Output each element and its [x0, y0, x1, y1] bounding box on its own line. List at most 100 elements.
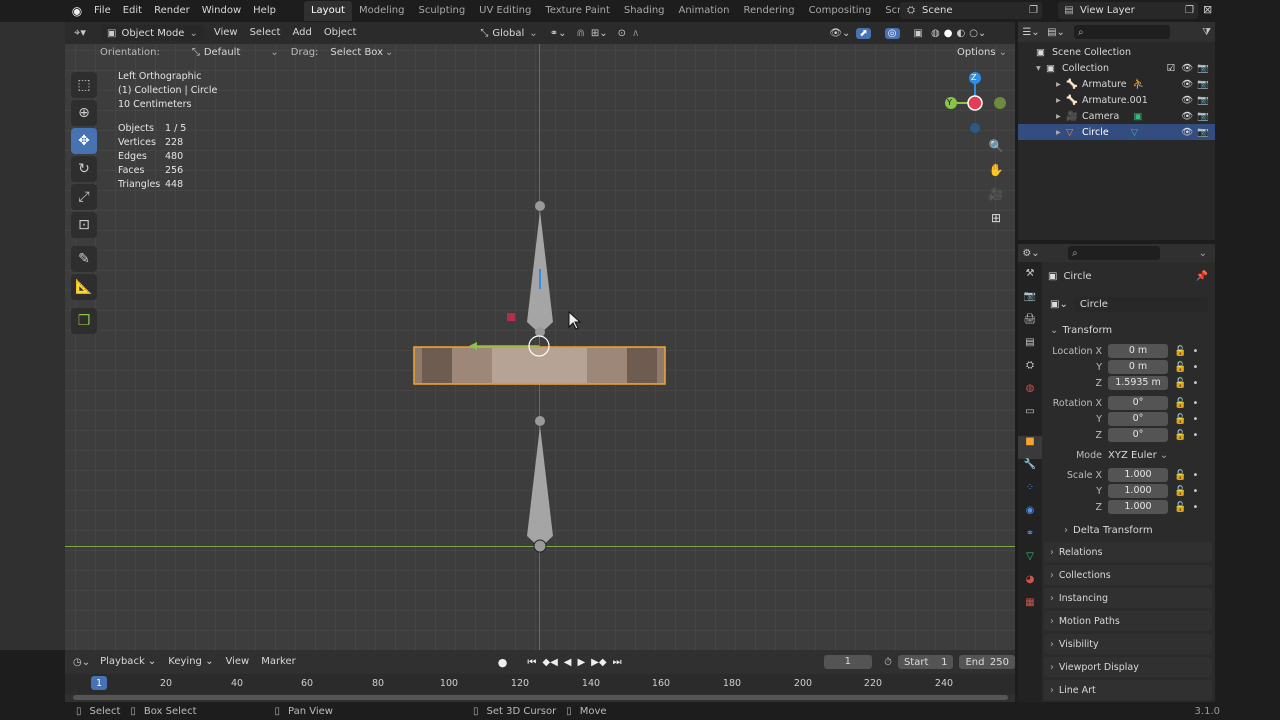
armature-bone-lower[interactable] [527, 416, 553, 553]
end-frame-field[interactable]: End 250 [959, 655, 1015, 669]
tab-compositing[interactable]: Compositing [802, 1, 879, 21]
particles-tab-icon[interactable]: ⁘ [1018, 482, 1042, 505]
data-tab-icon[interactable]: ▽ [1018, 551, 1042, 574]
delta-transform-header[interactable]: › Delta Transform [1044, 521, 1212, 539]
panel-instancing[interactable]: › Instancing [1044, 588, 1212, 608]
object-name-field[interactable]: Circle [1073, 296, 1208, 312]
x-gizmo-handle[interactable] [507, 313, 515, 321]
scene-copy-icon[interactable]: ❐ [1029, 5, 1038, 16]
modifier-tab-icon[interactable]: 🔧 [1018, 459, 1042, 482]
physics-tab-icon[interactable]: ◉ [1018, 505, 1042, 528]
scale-y-field[interactable]: 1.000 [1108, 484, 1168, 498]
panel-viewport-display[interactable]: › Viewport Display [1044, 657, 1212, 677]
expand-arrow-icon[interactable]: ▸ [1056, 127, 1066, 138]
tool-tab-icon[interactable]: ⚒ [1018, 268, 1042, 291]
properties-search-input[interactable]: ⌕ [1068, 246, 1160, 260]
keyframe-dot-icon[interactable]: • [1192, 378, 1198, 389]
collection-tab-icon[interactable]: ▭ [1018, 406, 1042, 436]
expand-arrow-icon[interactable]: ▾ [1036, 63, 1046, 74]
chevron-down-icon[interactable]: ⌄ [1199, 248, 1207, 259]
panel-motion-paths[interactable]: › Motion Paths [1044, 611, 1212, 631]
cursor-tool-icon[interactable]: ⊕ [71, 100, 97, 126]
play-reverse-icon[interactable]: ◀ [564, 657, 572, 668]
xray-icon[interactable]: ▣ [914, 28, 923, 39]
expand-arrow-icon[interactable]: ▸ [1056, 95, 1066, 106]
render-tab-icon[interactable]: 📷 [1018, 291, 1042, 314]
scale-x-field[interactable]: 1.000 [1108, 468, 1168, 482]
menu-view[interactable]: View [208, 22, 244, 44]
material-tab-icon[interactable]: ◕ [1018, 574, 1042, 597]
menu-timeline-view[interactable]: View [219, 651, 255, 673]
neg-y-axis-gizmo[interactable] [994, 97, 1006, 109]
next-keyframe-icon[interactable]: ▶◆ [591, 657, 606, 668]
camera-view-icon[interactable]: 🎥 [986, 184, 1006, 204]
select-box-tool-icon[interactable]: ⬚ [71, 72, 97, 98]
scene-selector[interactable]: ⛭ Scene ❐ [900, 2, 1042, 19]
lock-icon[interactable]: 🔓 [1174, 486, 1186, 497]
camera-render-icon[interactable]: 📷 [1197, 95, 1209, 106]
tab-modeling[interactable]: Modeling [352, 1, 412, 21]
pivot-point-icon[interactable]: ⚭⌄ [550, 28, 567, 39]
rotate-tool-icon[interactable]: ↻ [71, 156, 97, 182]
tab-rendering[interactable]: Rendering [736, 1, 801, 21]
constraints-tab-icon[interactable]: ⚭ [1018, 528, 1042, 551]
keyframe-dot-icon[interactable]: • [1192, 430, 1198, 441]
tab-shading[interactable]: Shading [617, 1, 672, 21]
move-tool-icon[interactable]: ✥ [71, 128, 97, 154]
menu-object[interactable]: Object [318, 22, 363, 44]
location-z-field[interactable]: 1.5935 m [1108, 376, 1168, 390]
camera-render-icon[interactable]: 📷 [1197, 111, 1209, 122]
outliner-item-camera[interactable]: ▸ 🎥 Camera ▣ 👁 📷 [1018, 108, 1215, 124]
record-icon[interactable]: ● [498, 656, 508, 669]
menu-add[interactable]: Add [286, 22, 317, 44]
play-icon[interactable]: ▶ [577, 657, 585, 668]
annotate-tool-icon[interactable]: ✎ [71, 246, 97, 272]
x-axis-gizmo[interactable] [967, 95, 983, 111]
menu-file[interactable]: File [88, 0, 117, 22]
tab-uv-editing[interactable]: UV Editing [472, 1, 538, 21]
keyframe-dot-icon[interactable]: • [1192, 486, 1198, 497]
outliner-item-circle[interactable]: ▸ ▽ Circle ▽ 👁 📷 [1018, 124, 1215, 140]
tab-animation[interactable]: Animation [672, 1, 737, 21]
add-cube-tool-icon[interactable]: ❒ [71, 308, 97, 334]
filter-icon[interactable]: ⧩ [1202, 27, 1211, 38]
material-shading-icon[interactable]: ◐ [956, 28, 965, 39]
pan-hand-icon[interactable]: ✋ [986, 160, 1006, 180]
panel-collections[interactable]: › Collections [1044, 565, 1212, 585]
neg-z-axis-gizmo[interactable] [970, 123, 980, 133]
keyframe-dot-icon[interactable]: • [1192, 346, 1198, 357]
eye-icon[interactable]: 👁 [1181, 63, 1193, 74]
scale-z-field[interactable]: 1.000 [1108, 500, 1168, 514]
menu-window[interactable]: Window [196, 0, 247, 22]
keyframe-dot-icon[interactable]: • [1192, 362, 1198, 373]
lock-icon[interactable]: 🔓 [1174, 502, 1186, 513]
scale-tool-icon[interactable]: ⤢ [71, 184, 97, 210]
eye-icon[interactable]: 👁 [1181, 95, 1193, 106]
3d-viewport[interactable]: Left Orthographic (1) Collection | Circl… [65, 44, 1015, 650]
zoom-icon[interactable]: 🔍 [986, 136, 1006, 156]
rotation-z-field[interactable]: 0° [1108, 428, 1168, 442]
menu-marker[interactable]: Marker [255, 651, 302, 673]
rotation-y-field[interactable]: 0° [1108, 412, 1168, 426]
pin-icon[interactable]: 📌 [1196, 271, 1208, 282]
rotation-x-field[interactable]: 0° [1108, 396, 1168, 410]
snap-icon[interactable]: ⋒ [576, 28, 584, 39]
camera-render-icon[interactable]: 📷 [1197, 63, 1209, 74]
outliner-item-armature[interactable]: ▸ 🦴 Armature ⛹ 👁 📷 [1018, 76, 1215, 92]
solid-shading-icon[interactable]: ● [944, 28, 953, 39]
editor-type-icon[interactable]: ⌖▾ [65, 26, 95, 40]
output-tab-icon[interactable]: 🖨 [1018, 314, 1042, 337]
outliner-item-armature-001[interactable]: ▸ 🦴 Armature.001 👁 📷 [1018, 92, 1215, 108]
keyframe-dot-icon[interactable]: • [1192, 398, 1198, 409]
menu-select[interactable]: Select [244, 22, 287, 44]
outliner-editor-icon[interactable]: ☰⌄ [1018, 27, 1044, 38]
expand-arrow-icon[interactable]: ▸ [1056, 79, 1066, 90]
location-x-field[interactable]: 0 m [1108, 344, 1168, 358]
close-view-layer-icon[interactable]: ⊠ [1203, 3, 1212, 16]
tab-layout[interactable]: Layout [303, 1, 352, 21]
panel-line-art[interactable]: › Line Art [1044, 680, 1212, 700]
overlay-toggle-icon[interactable]: ◎ [884, 27, 900, 39]
circle-object[interactable] [413, 335, 666, 385]
menu-playback[interactable]: Playback ⌄ [94, 651, 162, 673]
transform-orientation-dropdown[interactable]: ⤡ Global ⌄ [480, 28, 537, 39]
